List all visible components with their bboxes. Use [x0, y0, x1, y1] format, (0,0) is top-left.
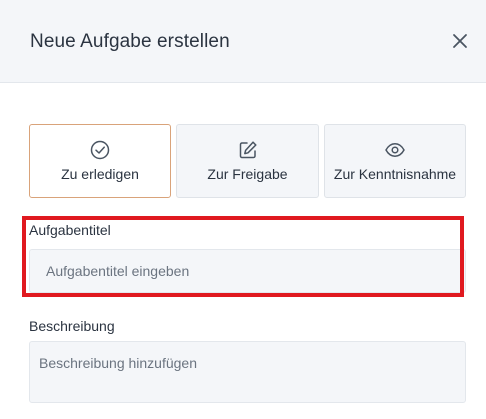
task-type-zu-erledigen-button[interactable]: Zu erledigen	[29, 124, 171, 198]
description-label: Beschreibung	[29, 318, 115, 334]
task-title-input[interactable]	[29, 249, 466, 293]
task-type-zur-freigabe-button[interactable]: Zur Freigabe	[176, 124, 319, 198]
task-title-label: Aufgabentitel	[29, 222, 111, 238]
create-task-dialog: Neue Aufgabe erstellen Zu erledigen Zur …	[0, 0, 486, 419]
task-type-label: Zur Freigabe	[207, 166, 288, 182]
check-circle-icon	[89, 139, 111, 161]
dialog-header: Neue Aufgabe erstellen	[0, 0, 486, 83]
close-icon[interactable]	[449, 30, 471, 52]
task-type-zur-kenntnisnahme-button[interactable]: Zur Kenntnisnahme	[324, 124, 466, 198]
edit-pencil-icon	[237, 139, 259, 161]
description-textarea[interactable]	[29, 341, 466, 403]
task-type-label: Zur Kenntnisnahme	[333, 166, 457, 182]
dialog-title: Neue Aufgabe erstellen	[30, 31, 230, 52]
task-type-label: Zu erledigen	[61, 166, 139, 182]
eye-icon	[384, 139, 406, 161]
